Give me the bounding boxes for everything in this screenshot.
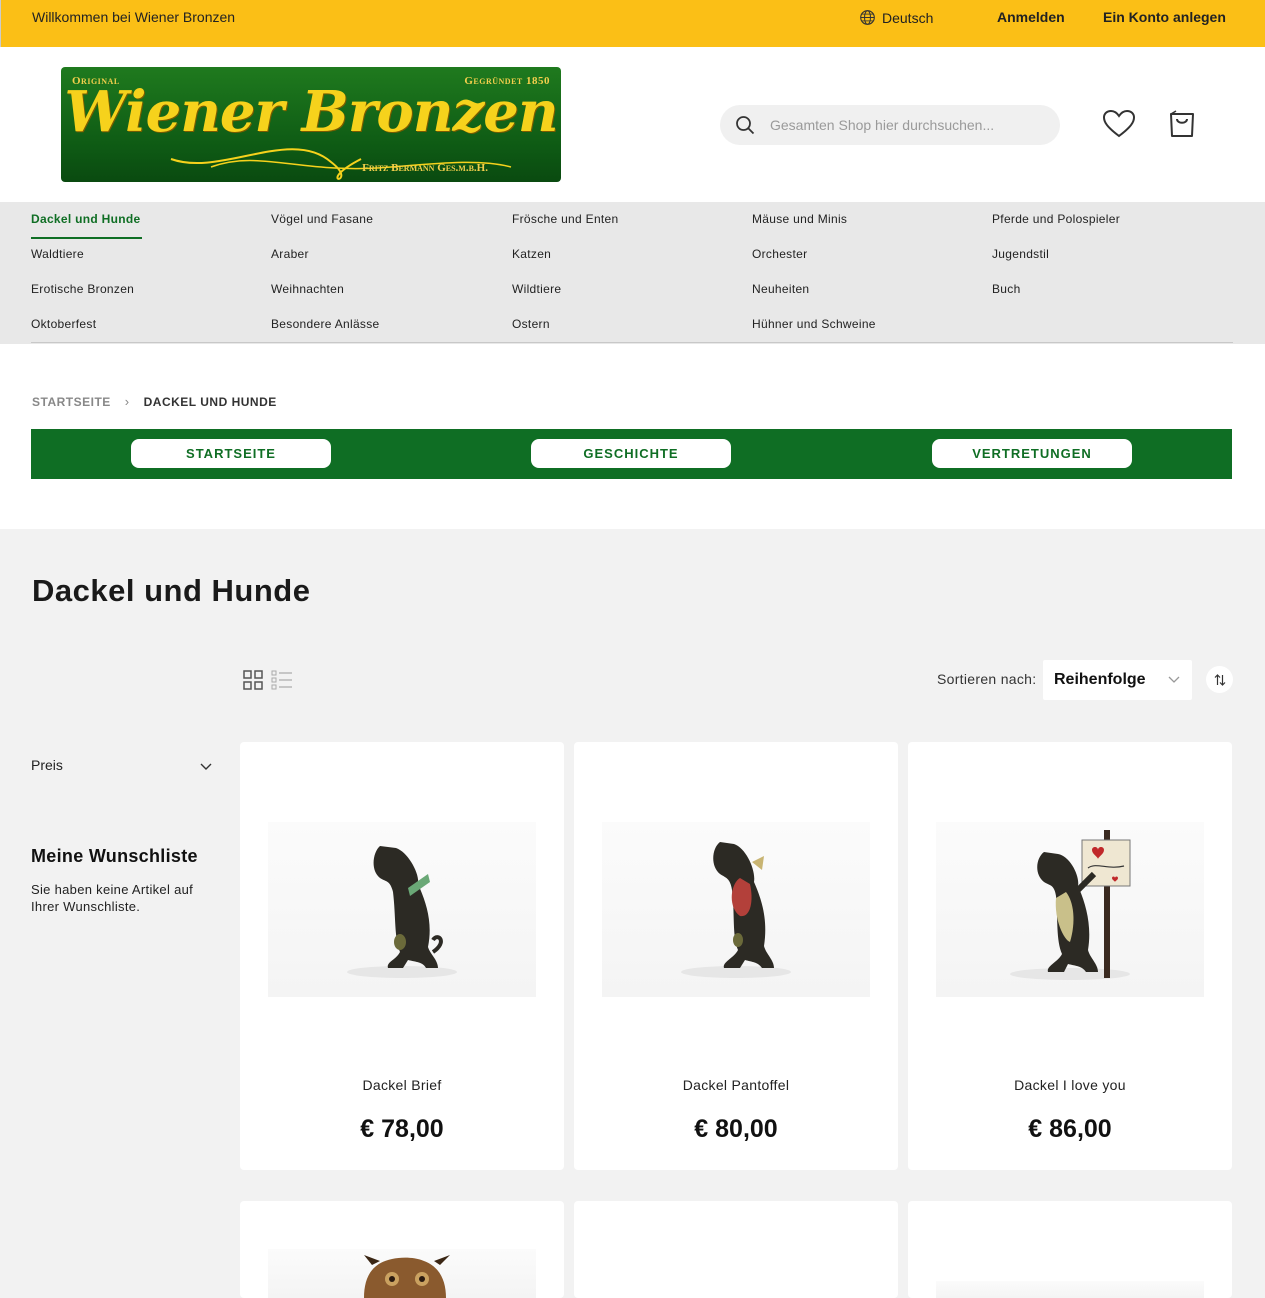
category-link[interactable]: Hühner und Schweine bbox=[752, 317, 876, 331]
welcome-message: Willkommen bei Wiener Bronzen bbox=[32, 9, 236, 25]
site-header: Original Gegründet 1850 Wiener Bronzen F… bbox=[0, 47, 1265, 202]
info-nav-bar: STARTSEITE GESCHICHTE VERTRETUNGEN bbox=[31, 429, 1232, 479]
geschichte-button[interactable]: GESCHICHTE bbox=[531, 439, 731, 468]
product-image[interactable] bbox=[936, 1281, 1204, 1298]
category-link[interactable]: Neuheiten bbox=[752, 282, 809, 296]
product-card[interactable] bbox=[908, 1201, 1232, 1298]
grid-view-icon[interactable] bbox=[243, 670, 263, 690]
product-card[interactable]: Dackel I love you € 86,00 bbox=[908, 742, 1232, 1170]
product-price: € 80,00 bbox=[694, 1115, 778, 1143]
category-link[interactable]: Waldtiere bbox=[31, 247, 84, 261]
sort-select[interactable]: Reihenfolge bbox=[1043, 660, 1192, 700]
category-nav: Dackel und Hunde Vögel und Fasane Frösch… bbox=[0, 202, 1265, 344]
product-card[interactable]: Dackel Pantoffel € 80,00 bbox=[574, 742, 898, 1170]
product-name[interactable]: Dackel Brief bbox=[240, 1077, 564, 1093]
product-name[interactable]: Dackel Pantoffel bbox=[574, 1077, 898, 1093]
vertretungen-button[interactable]: VERTRETUNGEN bbox=[932, 439, 1132, 468]
category-link[interactable]: Wildtiere bbox=[512, 282, 561, 296]
signin-link[interactable]: Anmelden bbox=[997, 9, 1065, 25]
category-link[interactable]: Weihnachten bbox=[271, 282, 344, 296]
active-category-underline bbox=[31, 237, 142, 239]
dachshund-figurine-image bbox=[681, 842, 791, 978]
category-link[interactable]: Oktoberfest bbox=[31, 317, 96, 331]
logo-company: Fritz Bermann Ges.m.b.H. bbox=[362, 162, 488, 174]
chevron-down-icon bbox=[200, 763, 212, 770]
heart-icon[interactable] bbox=[1103, 110, 1135, 138]
page-title: Dackel und Hunde bbox=[32, 573, 311, 608]
startseite-button[interactable]: STARTSEITE bbox=[131, 439, 331, 468]
top-bar: Willkommen bei Wiener Bronzen Deutsch An… bbox=[0, 0, 1265, 47]
price-filter-label: Preis bbox=[31, 757, 63, 773]
product-card[interactable] bbox=[240, 1201, 564, 1298]
category-link[interactable]: Pferde und Polospieler bbox=[992, 212, 1120, 226]
product-image[interactable] bbox=[268, 1249, 536, 1298]
language-label: Deutsch bbox=[882, 9, 934, 26]
list-view-icon[interactable] bbox=[271, 670, 293, 690]
logo-brand: Wiener Bronzen bbox=[64, 79, 558, 145]
chevron-down-icon bbox=[1168, 676, 1180, 683]
category-link[interactable]: Vögel und Fasane bbox=[271, 212, 373, 226]
category-link[interactable]: Besondere Anlässe bbox=[271, 317, 380, 331]
sort-arrows-icon bbox=[1214, 673, 1225, 686]
search-input[interactable]: Gesamten Shop hier durchsuchen... bbox=[770, 117, 994, 133]
category-link[interactable]: Orchester bbox=[752, 247, 807, 261]
category-link[interactable]: Frösche und Enten bbox=[512, 212, 619, 226]
breadcrumb-home[interactable]: STARTSEITE bbox=[32, 395, 111, 409]
product-image[interactable] bbox=[936, 822, 1204, 997]
language-switcher[interactable]: Deutsch bbox=[859, 9, 933, 26]
site-logo[interactable]: Original Gegründet 1850 Wiener Bronzen F… bbox=[61, 67, 561, 182]
category-link[interactable]: Araber bbox=[271, 247, 309, 261]
product-card[interactable]: Dackel Brief € 78,00 bbox=[240, 742, 564, 1170]
globe-icon bbox=[860, 10, 875, 25]
search-box[interactable]: Gesamten Shop hier durchsuchen... bbox=[720, 105, 1060, 145]
search-icon bbox=[736, 116, 755, 135]
sort-direction-button[interactable] bbox=[1206, 666, 1233, 693]
category-link[interactable]: Erotische Bronzen bbox=[31, 282, 134, 296]
wishlist-empty-text: Sie haben keine Artikel auf Ihrer Wunsch… bbox=[31, 882, 194, 914]
breadcrumb: STARTSEITE › DACKEL UND HUNDE bbox=[32, 394, 277, 409]
main-content: Dackel und Hunde Sortieren nach: Reihenf… bbox=[0, 529, 1265, 1298]
breadcrumb-current: DACKEL UND HUNDE bbox=[143, 394, 277, 409]
product-card[interactable] bbox=[574, 1201, 898, 1298]
category-link[interactable]: Ostern bbox=[512, 317, 550, 331]
wishlist-title: Meine Wunschliste bbox=[31, 846, 198, 866]
dachshund-figurine-image bbox=[347, 846, 457, 978]
sort-select-value: Reihenfolge bbox=[1054, 671, 1146, 688]
dachshund-with-sign-image bbox=[1010, 830, 1131, 980]
category-link[interactable]: Katzen bbox=[512, 247, 551, 261]
category-link[interactable]: Jugendstil bbox=[992, 247, 1049, 261]
product-name[interactable]: Dackel I love you bbox=[908, 1077, 1232, 1093]
category-link-dackel-und-hunde[interactable]: Dackel und Hunde bbox=[31, 212, 140, 226]
pug-figurine-image bbox=[364, 1255, 450, 1298]
register-link[interactable]: Ein Konto anlegen bbox=[1103, 9, 1226, 25]
price-filter[interactable]: Preis bbox=[31, 757, 214, 773]
product-image[interactable] bbox=[268, 822, 536, 997]
breadcrumb-separator-icon: › bbox=[124, 394, 130, 409]
product-price: € 86,00 bbox=[1028, 1115, 1112, 1143]
product-image[interactable] bbox=[602, 822, 870, 997]
product-price: € 78,00 bbox=[360, 1115, 444, 1143]
category-link[interactable]: Buch bbox=[992, 282, 1021, 296]
category-link[interactable]: Mäuse und Minis bbox=[752, 212, 847, 226]
sort-label: Sortieren nach: bbox=[937, 671, 1037, 687]
shopping-bag-icon[interactable] bbox=[1168, 110, 1196, 138]
